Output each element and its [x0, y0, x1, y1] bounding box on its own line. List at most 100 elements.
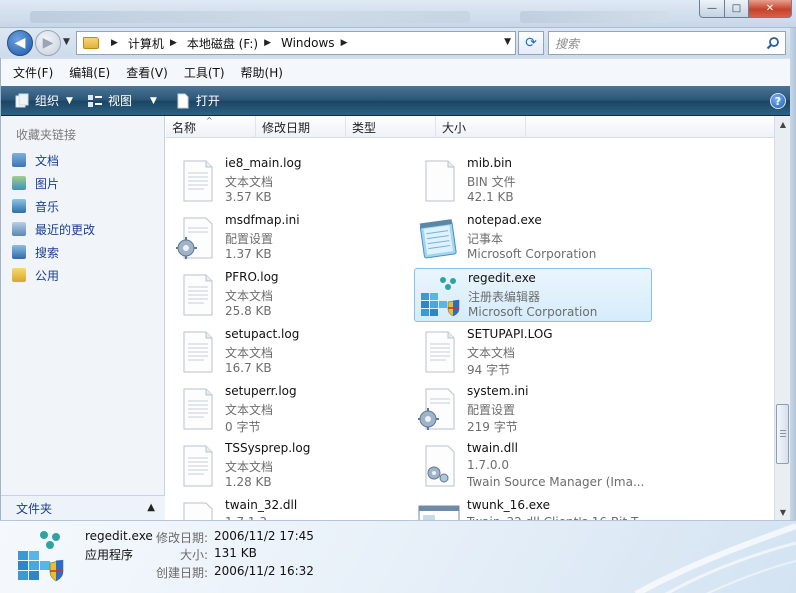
dll-icon — [418, 445, 460, 487]
title-bar: — □ ✕ — [0, 0, 796, 28]
column-date-modified[interactable]: 修改日期 — [256, 116, 346, 138]
file-item[interactable]: TSSysprep.log 文本文档 1.28 KB — [172, 439, 410, 493]
column-headers: 名称 ^ 修改日期 类型 大小 — [166, 116, 774, 138]
app-window-icon — [418, 502, 460, 520]
decorative-swoosh — [634, 523, 796, 593]
notepad-icon — [418, 217, 460, 259]
file-detail-line: 16.7 KB — [225, 361, 272, 375]
file-name: setuperr.log — [225, 384, 297, 398]
file-item[interactable]: twain_32.dll1.7.1.3 — [172, 496, 410, 520]
column-name[interactable]: 名称 ^ — [166, 116, 256, 138]
file-detail-line: 注册表编辑器 — [468, 290, 541, 304]
organize-button[interactable]: 组织 ▼ — [14, 92, 73, 109]
open-file-icon — [177, 93, 189, 108]
file-item[interactable]: regedit.exe 注册表编辑器 Microsoft Corporation — [414, 268, 652, 322]
file-name: twain.dll — [467, 441, 518, 455]
folders-label: 文件夹 — [16, 501, 53, 516]
forward-button[interactable]: ▶ — [35, 30, 61, 56]
nav-item-searches[interactable]: 搜索 — [12, 242, 59, 262]
recent-pages-dropdown[interactable]: ▼ — [63, 37, 70, 47]
created-date-label: 创建日期: — [155, 566, 208, 580]
maximize-button[interactable]: □ — [724, 0, 749, 18]
file-item[interactable]: SETUPAPI.LOG 文本文档 94 字节 — [414, 325, 652, 379]
search-icon[interactable] — [766, 36, 780, 50]
help-icon[interactable]: ? — [770, 93, 786, 109]
file-item[interactable]: msdfmap.ini 配置设置 1.37 KB — [172, 211, 410, 265]
menu-help[interactable]: 帮助(H) — [241, 64, 283, 81]
nav-item-pictures[interactable]: 图片 — [12, 173, 59, 193]
vertical-scrollbar[interactable]: ▲ ▼ — [774, 116, 790, 520]
open-button[interactable]: 打开 — [175, 92, 220, 109]
forward-arrow-icon: ▶ — [42, 35, 54, 51]
refresh-button[interactable]: ⟳ — [518, 31, 544, 55]
maximize-icon: □ — [731, 3, 742, 14]
minimize-icon: — — [707, 3, 717, 14]
chevron-right-icon[interactable]: ▶ — [264, 38, 271, 48]
close-button[interactable]: ✕ — [748, 0, 792, 18]
file-detail-line: 文本文档 — [225, 460, 274, 474]
file-detail-line: Microsoft Corporation — [468, 305, 598, 319]
menu-file[interactable]: 文件(F) — [13, 64, 53, 81]
breadcrumb-local-disk[interactable]: 本地磁盘 (F:) — [187, 35, 258, 52]
views-button[interactable]: 视图 ▼ — [87, 92, 157, 109]
file-item[interactable]: notepad.exe 记事本 Microsoft Corporation — [414, 211, 652, 265]
file-item[interactable]: mib.bin BIN 文件 42.1 KB — [414, 154, 652, 208]
file-item[interactable]: twunk_16.exeTwain_32.dll Client's 16-Bit… — [414, 496, 652, 520]
chevron-right-icon[interactable]: ▶ — [170, 38, 177, 48]
menu-bar: 文件(F) 编辑(E) 查看(V) 工具(T) 帮助(H) — [0, 58, 796, 86]
nav-item-public[interactable]: 公用 — [12, 265, 59, 285]
file-name: msdfmap.ini — [225, 213, 300, 227]
size-value: 131 KB — [214, 546, 257, 560]
command-toolbar: 组织 ▼ 视图 ▼ 打开 ? — [0, 86, 796, 116]
address-dropdown-icon[interactable]: ▼ — [504, 37, 511, 47]
nav-item-label: 最近的更改 — [35, 222, 96, 237]
text-document-icon — [176, 388, 218, 430]
nav-item-recent-changes[interactable]: 最近的更改 — [12, 219, 95, 239]
menu-view[interactable]: 查看(V) — [126, 64, 168, 81]
dll-icon — [176, 502, 218, 520]
text-document-icon — [418, 331, 460, 373]
breadcrumb-computer[interactable]: 计算机 — [128, 35, 164, 52]
column-size[interactable]: 大小 — [436, 116, 526, 138]
file-detail-line: 1.28 KB — [225, 475, 272, 489]
pictures-icon — [12, 176, 26, 190]
address-bar[interactable]: ▶ 计算机 ▶ 本地磁盘 (F:) ▶ Windows ▶ ▼ — [76, 31, 516, 55]
chevron-right-icon[interactable]: ▶ — [341, 38, 348, 48]
nav-item-music[interactable]: 音乐 — [12, 196, 59, 216]
column-date-label: 修改日期 — [262, 120, 311, 135]
address-row: ◀ ▶ ▼ ▶ 计算机 ▶ 本地磁盘 (F:) ▶ Windows ▶ ▼ ⟳ … — [0, 28, 796, 58]
column-type-label: 类型 — [352, 120, 377, 135]
column-name-label: 名称 — [172, 120, 197, 135]
breadcrumb-windows[interactable]: Windows — [281, 36, 335, 50]
file-detail-line: 219 字节 — [467, 420, 518, 434]
file-item[interactable]: setupact.log 文本文档 16.7 KB — [172, 325, 410, 379]
file-name: ie8_main.log — [225, 156, 302, 170]
text-document-icon — [176, 331, 218, 373]
menu-tools[interactable]: 工具(T) — [184, 64, 225, 81]
file-name: PFRO.log — [225, 270, 279, 284]
column-type[interactable]: 类型 — [346, 116, 436, 138]
chevron-right-icon[interactable]: ▶ — [111, 38, 118, 48]
back-button[interactable]: ◀ — [7, 30, 33, 56]
search-input[interactable]: 搜索 — [548, 31, 786, 55]
file-item[interactable]: ie8_main.log 文本文档 3.57 KB — [172, 154, 410, 208]
grip-icon — [780, 430, 786, 438]
folders-bar[interactable]: 文件夹 ▲ — [0, 495, 165, 520]
modified-date-label: 修改日期: — [155, 531, 208, 545]
scroll-down-button[interactable]: ▼ — [775, 504, 791, 520]
file-item[interactable]: PFRO.log 文本文档 25.8 KB — [172, 268, 410, 322]
minimize-button[interactable]: — — [699, 0, 725, 18]
chevron-up-icon[interactable]: ▲ — [147, 502, 155, 513]
scrollbar-thumb[interactable] — [776, 404, 789, 464]
menu-edit[interactable]: 编辑(E) — [69, 64, 110, 81]
nav-item-documents[interactable]: 文档 — [12, 150, 59, 170]
file-item[interactable]: twain.dll 1.7.0.0 Twain Source Manager (Im… — [414, 439, 652, 493]
chevron-down-icon[interactable]: ▼ — [150, 96, 157, 106]
file-name: TSSysprep.log — [225, 441, 311, 455]
scroll-up-button[interactable]: ▲ — [775, 116, 791, 132]
file-item[interactable]: setuperr.log 文本文档 0 字节 — [172, 382, 410, 436]
file-detail-line: 3.57 KB — [225, 190, 272, 204]
nav-item-label: 文档 — [35, 153, 60, 168]
file-detail-line: 0 字节 — [225, 420, 261, 434]
file-item[interactable]: system.ini 配置设置 219 字节 — [414, 382, 652, 436]
